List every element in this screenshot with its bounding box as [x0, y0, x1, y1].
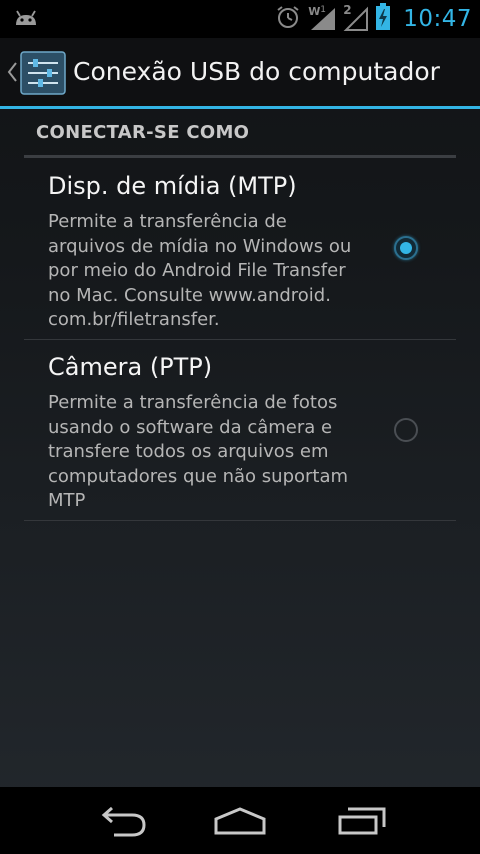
- summary-line: Permite a transferência de: [48, 211, 287, 232]
- page-title: Conexão USB do computador: [73, 57, 440, 86]
- settings-icon[interactable]: [20, 51, 66, 99]
- summary-line: Permite a transferência de fotos: [48, 392, 338, 413]
- wifi-icon: W 1: [307, 5, 337, 32]
- mtp-radio-button[interactable]: [394, 236, 418, 260]
- signal-badge: 2: [343, 3, 352, 17]
- summary-line: arquivos de mídia no Windows ou: [48, 235, 352, 257]
- wifi-badge: W: [308, 5, 321, 18]
- navigation-bar: [0, 787, 480, 854]
- summary-line: no Mac. Consulte www.android.: [48, 284, 331, 306]
- row-divider: [24, 339, 456, 340]
- option-mtp[interactable]: Disp. de mídia (MTP) Permite a transferê…: [24, 172, 456, 340]
- android-notification-icon: [14, 8, 38, 32]
- summary-line: MTP: [48, 490, 86, 511]
- status-clock: 10:47: [403, 6, 472, 32]
- option-summary: Permite a transferência de arquivos de m…: [48, 210, 378, 333]
- signal-icon: 2: [343, 3, 369, 32]
- option-title: Disp. de mídia (MTP): [48, 172, 297, 200]
- battery-charging-icon: [375, 3, 391, 35]
- row-divider: [24, 520, 456, 521]
- alarm-icon: [275, 4, 301, 34]
- summary-line: usando o software da câmera e: [48, 416, 333, 438]
- recent-apps-icon[interactable]: [334, 805, 390, 841]
- action-bar[interactable]: Conexão USB do computador: [0, 38, 480, 106]
- section-header: CONECTAR-SE COMO: [36, 122, 250, 143]
- action-bar-divider: [0, 106, 480, 109]
- back-icon[interactable]: [92, 805, 148, 841]
- summary-line: transfere todos os arquivos em: [48, 441, 329, 462]
- screen: W 1 2 10:47 Conexão USB do computador CO…: [0, 0, 480, 854]
- status-bar: W 1 2 10:47: [0, 0, 480, 38]
- option-title: Câmera (PTP): [48, 353, 213, 381]
- wifi-badge-count: 1: [320, 5, 326, 15]
- back-caret-icon[interactable]: [6, 61, 18, 87]
- summary-line: com.br/filetransfer.: [48, 309, 220, 330]
- summary-line: por meio do Android File Transfer: [48, 260, 346, 281]
- status-icons: W 1 2 10:47: [275, 0, 472, 38]
- option-summary: Permite a transferência de fotos usando …: [48, 391, 378, 514]
- option-ptp[interactable]: Câmera (PTP) Permite a transferência de …: [24, 353, 456, 521]
- home-icon[interactable]: [212, 805, 268, 841]
- summary-line: computadores que não suportam: [48, 465, 349, 487]
- ptp-radio-button[interactable]: [394, 418, 418, 442]
- section-divider: [24, 155, 456, 158]
